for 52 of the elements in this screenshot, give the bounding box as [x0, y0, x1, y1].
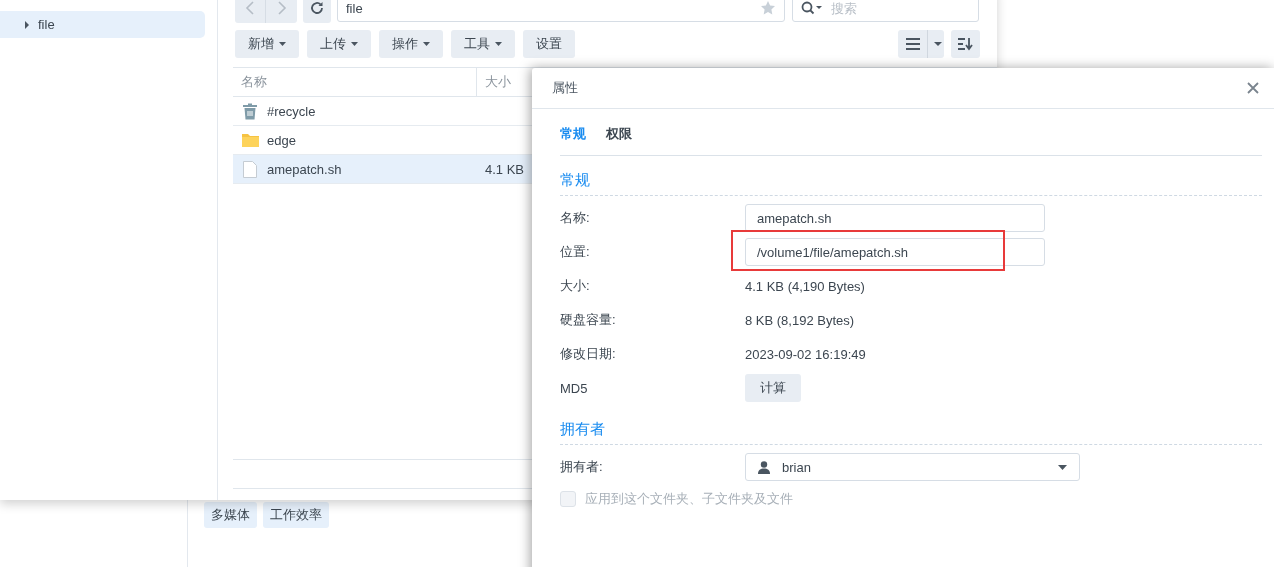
menu-button[interactable]: 新增 [235, 30, 299, 58]
caret-icon [495, 42, 502, 46]
calculate-button[interactable]: 计算 [745, 374, 801, 402]
section-heading: 拥有者 [560, 405, 1262, 445]
field-label: MD5 [560, 380, 589, 396]
checkbox-label: 应用到这个文件夹、子文件夹及文件 [585, 490, 793, 508]
tab[interactable]: 权限 [606, 125, 632, 155]
field-label: 大小: [560, 277, 591, 295]
menu-button[interactable]: 上传 [307, 30, 371, 58]
text-field[interactable]: /volume1/file/amepatch.sh [745, 238, 1045, 266]
category-tag[interactable]: 工作效率 [263, 502, 329, 528]
caret-icon [423, 42, 430, 46]
section-heading: 常规 [560, 156, 1262, 196]
caret-icon [934, 42, 942, 46]
refresh-button[interactable] [303, 0, 331, 23]
trash-icon [242, 102, 258, 120]
caret-icon[interactable] [24, 19, 30, 30]
list-view-button[interactable] [898, 30, 944, 58]
menu-button[interactable]: 工具 [451, 30, 515, 58]
search-icon [801, 1, 823, 15]
category-tag[interactable]: 多媒体 [204, 502, 257, 528]
caret-icon [351, 42, 358, 46]
star-icon[interactable] [760, 0, 776, 16]
refresh-icon [310, 1, 324, 15]
text-field[interactable]: amepatch.sh [745, 204, 1045, 232]
close-icon[interactable] [1247, 82, 1259, 94]
field-value: 2023-09-02 16:19:49 [745, 346, 866, 362]
caret-icon [1058, 464, 1067, 470]
sort-button[interactable] [951, 30, 980, 58]
owner-dropdown[interactable]: brian [745, 453, 1080, 481]
chevron-right-icon [276, 1, 287, 15]
sort-icon [957, 37, 973, 51]
field-label: 修改日期: [560, 345, 617, 363]
path-field[interactable]: file [337, 0, 785, 22]
settings-button[interactable]: 设置 [523, 30, 575, 58]
field-label: 拥有者: [560, 458, 604, 476]
field-label: 名称: [560, 209, 591, 227]
field-label: 位置: [560, 243, 591, 261]
caret-icon [279, 42, 286, 46]
chevron-left-icon [245, 1, 255, 15]
list-icon [905, 38, 921, 50]
tree-item[interactable]: file [0, 11, 205, 38]
search-field[interactable]: 搜索 [792, 0, 979, 22]
field-value: 4.1 KB (4,190 Bytes) [745, 278, 865, 294]
file-icon [243, 160, 257, 178]
folder-icon [241, 133, 259, 147]
menu-button[interactable]: 操作 [379, 30, 443, 58]
field-label: 硬盘容量: [560, 311, 617, 329]
field-value: 8 KB (8,192 Bytes) [745, 312, 855, 328]
dialog-title: 属性 [552, 79, 578, 97]
size-cell-text: 4.1 KB [485, 161, 526, 177]
user-icon [758, 460, 770, 474]
